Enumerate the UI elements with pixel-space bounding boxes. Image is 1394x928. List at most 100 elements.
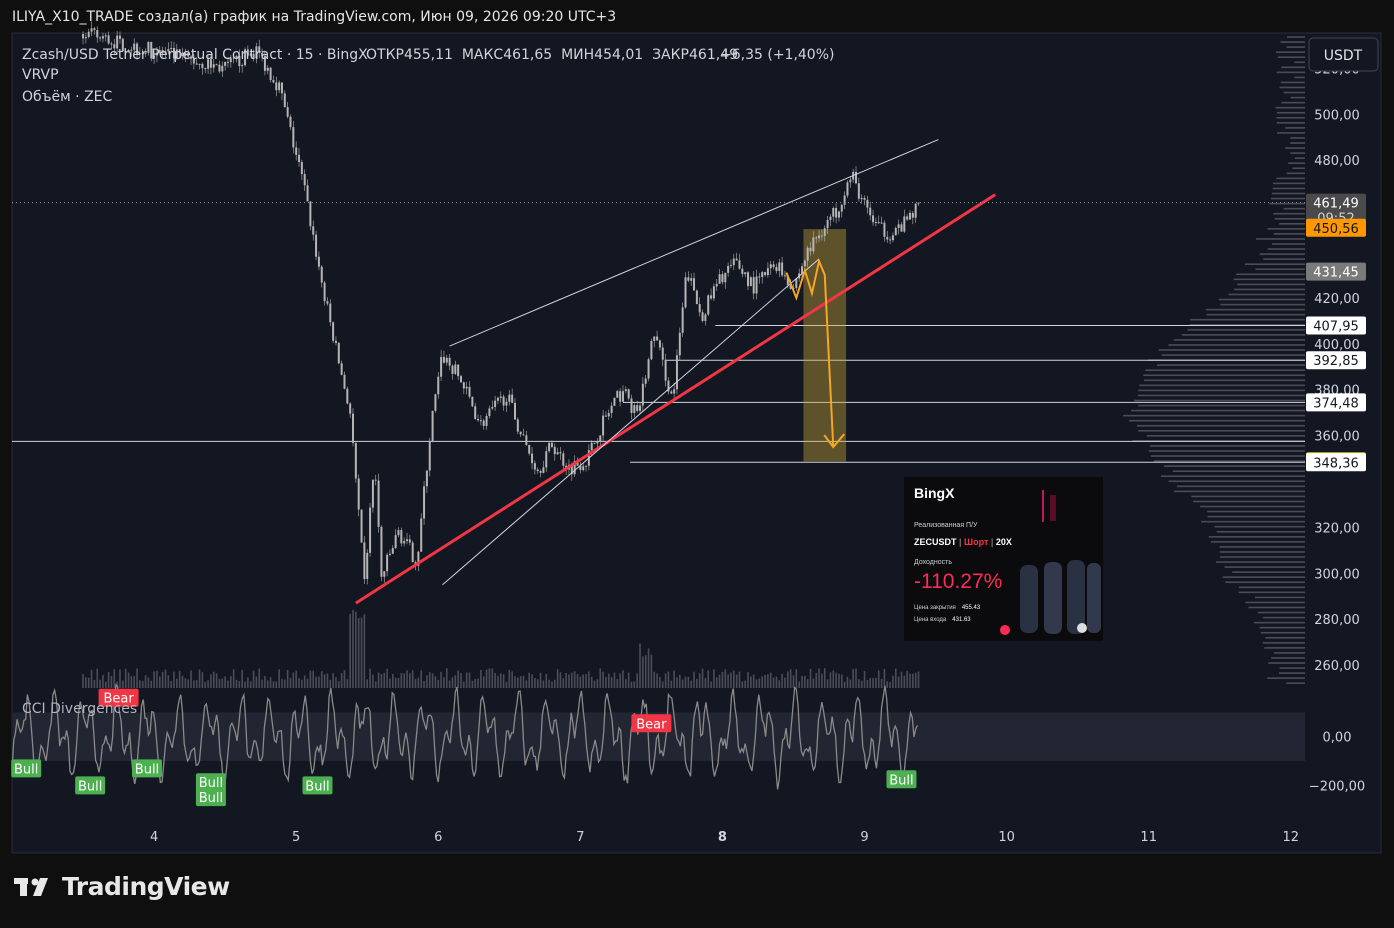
candle-body bbox=[371, 479, 374, 508]
profile-bar bbox=[1254, 596, 1305, 599]
candle-body bbox=[911, 212, 914, 218]
volume-bar bbox=[698, 673, 701, 688]
volume-bar bbox=[249, 681, 252, 688]
candle-body bbox=[101, 36, 104, 39]
profile-bar bbox=[1205, 308, 1305, 311]
profile-bar bbox=[1173, 490, 1305, 493]
volume-bar bbox=[451, 677, 454, 688]
cci-signal-bull: Bull bbox=[11, 759, 42, 778]
volume-bar bbox=[130, 676, 133, 688]
candle-body bbox=[724, 272, 727, 283]
candle-body bbox=[519, 431, 522, 435]
volume-bar bbox=[553, 679, 556, 688]
promo-close-value: 455.43 bbox=[962, 605, 981, 611]
profile-bar bbox=[1278, 672, 1305, 674]
candle-body bbox=[835, 208, 838, 218]
profile-bar bbox=[1265, 636, 1305, 639]
profile-bar bbox=[1157, 364, 1305, 366]
candle-body bbox=[215, 64, 218, 66]
candle-body bbox=[99, 37, 102, 39]
volume-bar bbox=[363, 614, 366, 688]
profile-bar bbox=[1201, 520, 1305, 523]
candle-body bbox=[502, 396, 505, 406]
profile-bar bbox=[1256, 238, 1305, 240]
price-tag-value: 407,95 bbox=[1313, 320, 1359, 335]
volume-bar bbox=[391, 674, 394, 688]
candle-body bbox=[707, 295, 710, 315]
candle-body bbox=[531, 453, 534, 464]
profile-bar bbox=[1283, 91, 1305, 94]
profile-bar bbox=[1134, 399, 1305, 402]
volume-bar bbox=[195, 680, 198, 688]
volume-bar bbox=[536, 679, 539, 688]
footer-brand[interactable]: TradingView bbox=[14, 872, 230, 901]
candle-body bbox=[596, 441, 599, 444]
volume-bar bbox=[414, 678, 417, 688]
promo-side: Шорт bbox=[964, 537, 989, 547]
candle-body bbox=[283, 93, 286, 108]
volume-bar bbox=[542, 680, 545, 688]
candle-body bbox=[863, 198, 866, 200]
volume-bar bbox=[545, 673, 548, 688]
candle-body bbox=[900, 224, 903, 232]
candle-body bbox=[781, 262, 784, 276]
profile-bar bbox=[1257, 611, 1305, 614]
candle-body bbox=[298, 154, 301, 162]
volume-bar bbox=[252, 670, 255, 688]
price-chart[interactable]: BullBullBullBullBullBullBearBullBear 260… bbox=[0, 0, 1394, 928]
projection-box[interactable] bbox=[803, 229, 847, 462]
promo-card: BingX Реализованная П/У ZECUSDT | Шорт |… bbox=[904, 477, 1103, 641]
profile-bar bbox=[1148, 450, 1305, 452]
volume-bar bbox=[664, 673, 667, 688]
price-tick-label: 280,00 bbox=[1314, 613, 1360, 628]
candle-body bbox=[874, 222, 877, 224]
volume-bar bbox=[488, 668, 491, 688]
volume-bar bbox=[295, 670, 297, 688]
profile-bar bbox=[1218, 298, 1305, 301]
candle-body bbox=[218, 64, 221, 72]
volume-bar bbox=[207, 680, 209, 688]
candle-body bbox=[778, 262, 781, 272]
volume-bar bbox=[517, 677, 519, 688]
candle-body bbox=[624, 389, 627, 392]
profile-bar bbox=[1260, 631, 1305, 634]
candle-body bbox=[326, 301, 329, 304]
volume-bar bbox=[198, 669, 201, 688]
volume-bar bbox=[90, 669, 93, 688]
price-tick-label: 300,00 bbox=[1314, 567, 1360, 582]
volume-bar bbox=[758, 678, 761, 688]
profile-bar bbox=[1285, 147, 1305, 149]
candle-body bbox=[110, 43, 113, 45]
profile-bar bbox=[1145, 369, 1305, 372]
cci-signal-label: Bear bbox=[636, 717, 667, 732]
volume-bar bbox=[102, 674, 104, 688]
profile-bar bbox=[1173, 339, 1305, 341]
candle-body bbox=[857, 183, 860, 199]
candle-body bbox=[286, 107, 289, 117]
candle-body bbox=[499, 396, 502, 398]
volume-bar bbox=[522, 675, 525, 688]
volume-bar bbox=[187, 679, 189, 688]
volume-bar bbox=[897, 676, 900, 688]
candle-body bbox=[496, 397, 499, 401]
volume-bar bbox=[642, 656, 644, 688]
volume-bar bbox=[792, 675, 795, 688]
price-tag: 431,45 bbox=[1306, 262, 1366, 281]
candle-body bbox=[383, 571, 386, 577]
volume-bar bbox=[357, 617, 360, 688]
price-tick-label: 320,00 bbox=[1314, 521, 1360, 536]
candle-body bbox=[278, 82, 281, 91]
candle-body bbox=[374, 479, 377, 481]
candle-body bbox=[710, 295, 713, 299]
volume-bar bbox=[482, 676, 485, 688]
currency-label: USDT bbox=[1324, 48, 1363, 64]
candle-body bbox=[241, 65, 244, 67]
volume-bar bbox=[150, 680, 153, 688]
profile-bar bbox=[1150, 455, 1305, 457]
profile-bar bbox=[1181, 334, 1305, 336]
profile-bar bbox=[1271, 197, 1305, 200]
profile-bar bbox=[1232, 571, 1305, 573]
volume-bar bbox=[474, 678, 477, 688]
currency-button[interactable]: USDT bbox=[1308, 37, 1379, 72]
profile-bar bbox=[1200, 505, 1305, 508]
